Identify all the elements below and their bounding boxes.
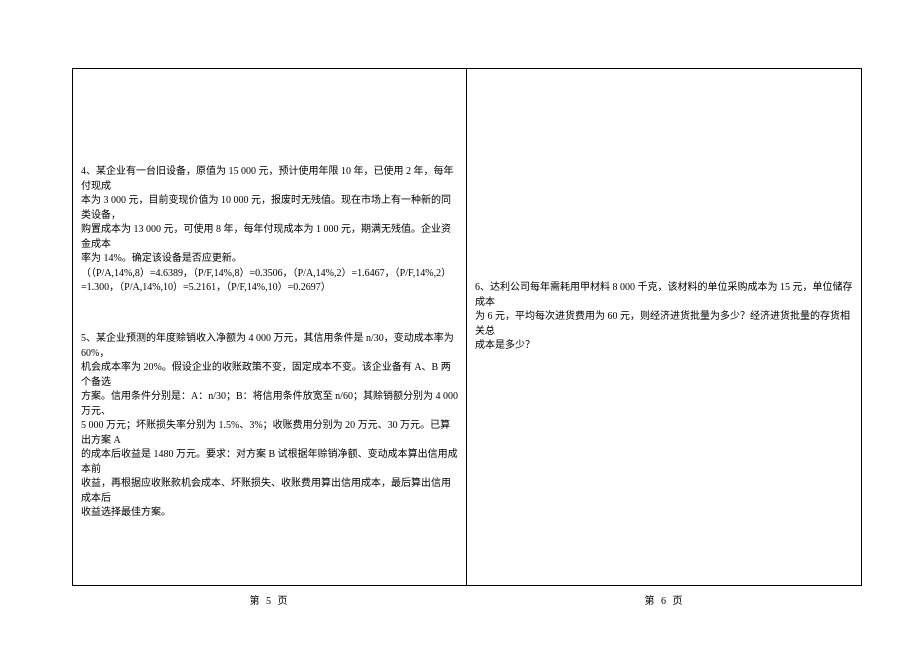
q4-line: 4、某企业有一台旧设备，原值为 15 000 元，预计使用年限 10 年，已使用… [81, 165, 458, 194]
q4-line: 本为 3 000 元，目前变现价值为 10 000 元，报废时无残值。现在市场上… [81, 194, 458, 223]
q5-line: 机会成本率为 20%。假设企业的收账政策不变，固定成本不变。该企业备有 A、B … [81, 361, 458, 390]
q6-line: 6、达利公司每年需耗用甲材料 8 000 千克，该材料的单位采购成本为 15 元… [475, 281, 853, 310]
question-4: 4、某企业有一台旧设备，原值为 15 000 元，预计使用年限 10 年，已使用… [81, 165, 458, 296]
q5-line: 收益，再根据应收账款机会成本、坏账损失、收账费用算出信用成本，最后算出信用成本后 [81, 477, 458, 506]
q5-line: 方案。信用条件分别是：A：n/30；B：将信用条件放宽至 n/60；其赊销额分别… [81, 390, 458, 419]
question-6: 6、达利公司每年需耗用甲材料 8 000 千克，该材料的单位采购成本为 15 元… [475, 281, 853, 354]
q5-line: 收益选择最佳方案。 [81, 506, 458, 521]
q5-line: 的成本后收益是 1480 万元。要求：对方案 B 试根据年赊销净额、变动成本算出… [81, 448, 458, 477]
q6-line: 成本是多少？ [475, 339, 853, 354]
q4-line: 率为 14%。确定该设备是否应更新。 [81, 252, 458, 267]
question-5: 5、某企业预测的年度赊销收入净额为 4 000 万元，其信用条件是 n/30，变… [81, 332, 458, 521]
q6-line: 为 6 元，平均每次进货费用为 60 元，则经济进货批量为多少？经济进货批量的存… [475, 310, 853, 339]
page-number-right: 第 6 页 [467, 592, 862, 607]
q5-line: 5、某企业预测的年度赊销收入净额为 4 000 万元，其信用条件是 n/30，变… [81, 332, 458, 361]
q4-line: （（P/A,14%,8）=4.6389，（P/F,14%,8）=0.3506，（… [81, 267, 458, 282]
left-column: 4、某企业有一台旧设备，原值为 15 000 元，预计使用年限 10 年，已使用… [73, 69, 467, 585]
page-number-left: 第 5 页 [72, 592, 467, 607]
right-column: 6、达利公司每年需耗用甲材料 8 000 千克，该材料的单位采购成本为 15 元… [467, 69, 861, 585]
page-frame: 4、某企业有一台旧设备，原值为 15 000 元，预计使用年限 10 年，已使用… [72, 68, 862, 586]
q4-line: =1.300，（P/A,14%,10）=5.2161，（P/F,14%,10）=… [81, 281, 458, 296]
q4-line: 购置成本为 13 000 元，可使用 8 年，每年付现成本为 1 000 元，期… [81, 223, 458, 252]
q5-line: 5 000 万元；坏账损失率分别为 1.5%、3%；收账费用分别为 20 万元、… [81, 419, 458, 448]
